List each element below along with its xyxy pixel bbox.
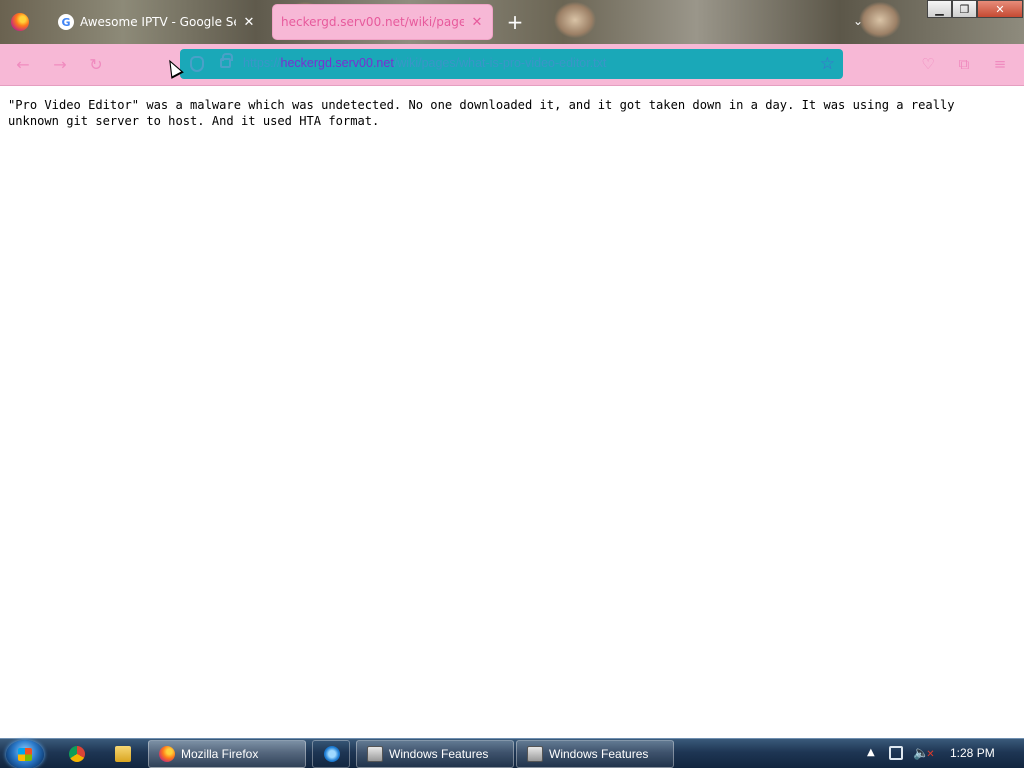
firefox-icon [159, 746, 175, 762]
taskbar-item-windows-features[interactable]: Windows Features [356, 740, 514, 768]
lock-icon[interactable] [220, 53, 233, 68]
windows-features-icon [527, 746, 543, 762]
taskbar-item-label: Mozilla Firefox [181, 747, 259, 761]
extensions-icon[interactable]: ⧉ [954, 55, 974, 73]
url-host: heckergd.serv00.net [280, 56, 394, 70]
url-path: /wiki/pages/what-is-pro-video-editor.txt [393, 56, 607, 70]
desktop-screen: G Awesome IPTV - Google Search ✕ heckerg… [0, 0, 1024, 768]
taskbar-item-firefox[interactable]: Mozilla Firefox [148, 740, 306, 768]
internet-explorer-icon [324, 746, 340, 762]
close-window-button[interactable]: ✕ [977, 0, 1023, 18]
taskbar-item-windows-features-2[interactable]: Windows Features [516, 740, 674, 768]
show-hidden-icons-button[interactable]: ▲ [867, 747, 875, 758]
pocket-icon[interactable]: ♡ [918, 55, 938, 73]
firefox-view-icon[interactable] [11, 13, 29, 31]
tab-title: Awesome IPTV - Google Search [80, 15, 236, 29]
tracking-protection-shield-icon[interactable] [190, 56, 204, 72]
system-clock[interactable]: 1:28 PM [950, 746, 995, 760]
bookmark-star-icon[interactable]: ☆ [820, 54, 835, 74]
minimize-button[interactable]: ▁ [927, 0, 952, 18]
reload-button[interactable]: ↻ [86, 55, 106, 75]
page-text: "Pro Video Editor" was a malware which w… [8, 98, 962, 128]
windows-features-icon [367, 746, 383, 762]
taskbar-item-label: Windows Features [549, 747, 649, 761]
app-menu-icon[interactable]: ≡ [990, 55, 1010, 73]
google-favicon-icon: G [58, 14, 74, 30]
forward-button[interactable]: → [50, 55, 70, 75]
url-bar[interactable]: https://heckergd.serv00.net/wiki/pages/w… [180, 49, 843, 79]
chrome-icon[interactable] [69, 746, 85, 762]
new-tab-button[interactable]: + [506, 12, 524, 32]
back-button[interactable]: ← [13, 55, 33, 75]
file-explorer-icon[interactable] [115, 746, 131, 762]
taskbar-item-label: Windows Features [389, 747, 489, 761]
url-text[interactable]: https://heckergd.serv00.net/wiki/pages/w… [243, 56, 606, 70]
tab-strip: G Awesome IPTV - Google Search ✕ heckerg… [0, 0, 1024, 44]
tab-title: heckergd.serv00.net/wiki/pages/wi [281, 15, 464, 29]
taskbar-item-internet-explorer[interactable] [312, 740, 350, 768]
window-controls: ▁ ❐ ✕ [927, 0, 1023, 18]
url-prefix: https:// [243, 56, 281, 70]
navigation-toolbar: ← → ↻ https://heckergd.serv00.net/wiki/p… [0, 44, 1024, 86]
tab-google-search[interactable]: G Awesome IPTV - Google Search ✕ [50, 5, 264, 39]
windows-taskbar: Mozilla Firefox Windows Features Windows… [0, 738, 1024, 768]
network-icon[interactable] [889, 746, 903, 760]
tab-wiki-page[interactable]: heckergd.serv00.net/wiki/pages/wi ✕ [273, 5, 492, 39]
maximize-button[interactable]: ❐ [952, 0, 977, 18]
list-all-tabs-button[interactable]: ⌄ [853, 14, 863, 28]
start-button[interactable] [6, 740, 44, 768]
close-tab-icon[interactable]: ✕ [242, 15, 256, 30]
close-tab-icon[interactable]: ✕ [470, 15, 484, 30]
volume-muted-icon[interactable]: 🔈✕ [913, 746, 935, 761]
